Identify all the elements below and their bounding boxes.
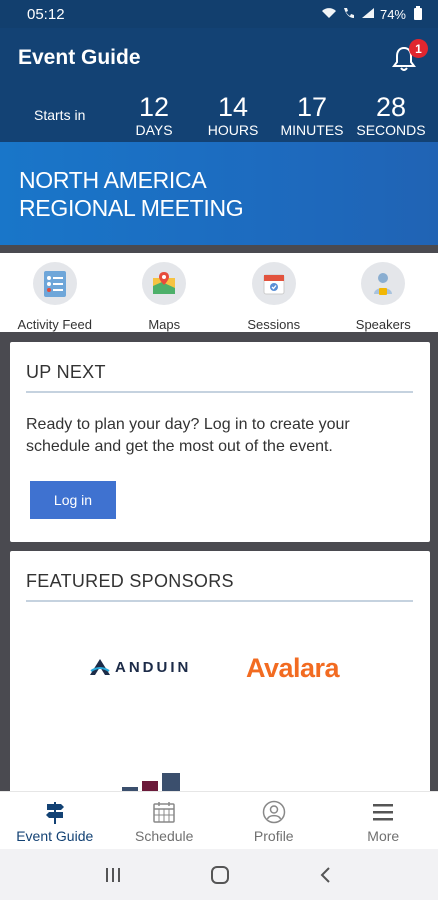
map-icon <box>142 262 187 305</box>
shortcut-bar: Activity Feed Maps Sessions Speakers <box>0 253 438 332</box>
status-time: 05:12 <box>27 5 65 23</box>
shortcut-label: Activity Feed <box>17 317 92 332</box>
calendar-icon <box>251 262 296 305</box>
countdown-days: 12 DAYS <box>120 93 188 138</box>
nav-profile[interactable]: Profile <box>219 792 329 849</box>
nav-schedule[interactable]: Schedule <box>110 792 220 849</box>
system-navigation-bar <box>0 849 438 900</box>
banner-title: NORTH AMERICA REGIONAL MEETING <box>19 166 244 222</box>
signal-icon <box>361 7 375 22</box>
up-next-card: UP NEXT Ready to plan your day? Log in t… <box>10 342 430 542</box>
countdown-hours: 14 HOURS <box>188 93 278 138</box>
event-banner[interactable]: NORTH AMERICA REGIONAL MEETING <box>0 142 438 245</box>
shortcut-sessions[interactable]: Sessions <box>219 253 329 332</box>
status-bar: 05:12 74% <box>0 0 438 28</box>
shortcut-maps[interactable]: Maps <box>110 253 220 332</box>
sponsor-avalara[interactable]: Avalara <box>246 653 340 684</box>
sponsor-anduin[interactable]: ANDUIN <box>88 657 191 677</box>
calendar-grid-icon <box>153 802 175 823</box>
shortcut-speakers[interactable]: Speakers <box>329 253 438 332</box>
countdown-value: 14 <box>217 91 249 122</box>
signpost-icon <box>45 802 64 824</box>
shortcut-label: Sessions <box>247 317 301 332</box>
countdown-value: 28 <box>375 91 407 122</box>
battery-percent: 74% <box>379 6 406 22</box>
speaker-icon <box>361 262 406 305</box>
wifi-icon <box>321 7 337 22</box>
status-icons: 74% <box>321 6 422 22</box>
countdown-unit: MINUTES <box>280 121 344 138</box>
nav-more[interactable]: More <box>329 792 438 849</box>
countdown: Starts in 12 DAYS 14 HOURS 17 MINUTES 28… <box>0 88 438 142</box>
shortcut-activity-feed[interactable]: Activity Feed <box>0 253 110 332</box>
countdown-value: 17 <box>296 91 328 122</box>
divider <box>26 600 413 602</box>
countdown-seconds: 28 SECONDS <box>346 93 436 138</box>
countdown-unit: SECONDS <box>356 121 426 138</box>
countdown-label: Starts in <box>34 107 86 123</box>
nav-label: Event Guide <box>16 828 94 844</box>
up-next-message: Ready to plan your day? Log in to create… <box>26 416 350 455</box>
shortcut-label: Speakers <box>355 317 411 332</box>
featured-sponsors-card: FEATURED SPONSORS ANDUIN Avalara <box>10 551 430 796</box>
back-icon[interactable] <box>318 866 334 884</box>
notifications-button[interactable]: 1 <box>390 39 428 73</box>
recent-apps-icon[interactable] <box>104 866 122 884</box>
nav-label: Profile <box>253 828 294 844</box>
anduin-logo-icon <box>90 659 110 675</box>
up-next-title: UP NEXT <box>26 362 106 382</box>
countdown-unit: HOURS <box>207 121 259 138</box>
sponsor-name: Avalara <box>246 653 340 683</box>
banner-line-1: NORTH AMERICA <box>19 167 207 193</box>
banner-line-2: REGIONAL MEETING <box>19 195 244 221</box>
nav-event-guide[interactable]: Event Guide <box>0 792 110 849</box>
hamburger-icon <box>373 804 394 821</box>
app-header: Event Guide 1 <box>0 28 438 88</box>
notification-badge: 1 <box>409 39 428 58</box>
nav-label: Schedule <box>135 828 194 844</box>
battery-icon <box>414 6 422 20</box>
bottom-navigation: Event Guide Schedule Profile More <box>0 791 438 849</box>
countdown-value: 12 <box>138 91 170 122</box>
call-icon <box>342 7 356 22</box>
countdown-unit: DAYS <box>135 121 173 138</box>
list-icon <box>32 262 77 305</box>
login-button[interactable]: Log in <box>30 481 116 519</box>
user-circle-icon <box>262 800 285 824</box>
shortcut-label: Maps <box>148 317 181 332</box>
page-title: Event Guide <box>18 46 141 69</box>
nav-label: More <box>367 828 400 844</box>
home-icon[interactable] <box>210 865 230 885</box>
countdown-minutes: 17 MINUTES <box>278 93 346 138</box>
sponsor-name: ANDUIN <box>115 658 192 676</box>
sponsors-title: FEATURED SPONSORS <box>26 571 234 591</box>
